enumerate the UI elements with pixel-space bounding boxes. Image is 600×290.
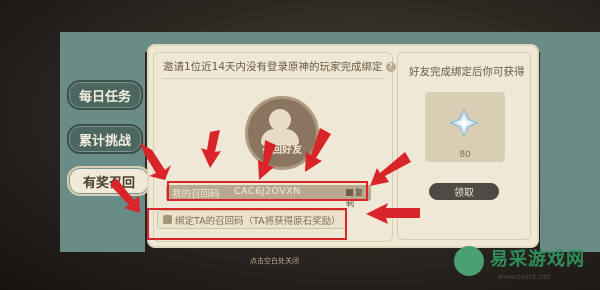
watermark-url: www.caxck.net [498,273,551,281]
watermark-logo [454,246,484,276]
arrow-2 [201,130,221,168]
arrow-7 [366,203,420,224]
arrow-4 [305,128,331,172]
watermark-title: 易采游戏网 [490,249,585,270]
arrow-6 [110,178,140,213]
arrow-1 [140,143,171,180]
arrow-5 [370,152,411,186]
screen: 每日任务 累计挑战 有奖召回 邀请1位近14天内没有登录原神的玩家完成绑定? 召… [0,0,600,290]
watermark: 易采游戏网 www.caxck.net [446,240,600,290]
arrow-3 [258,140,276,180]
